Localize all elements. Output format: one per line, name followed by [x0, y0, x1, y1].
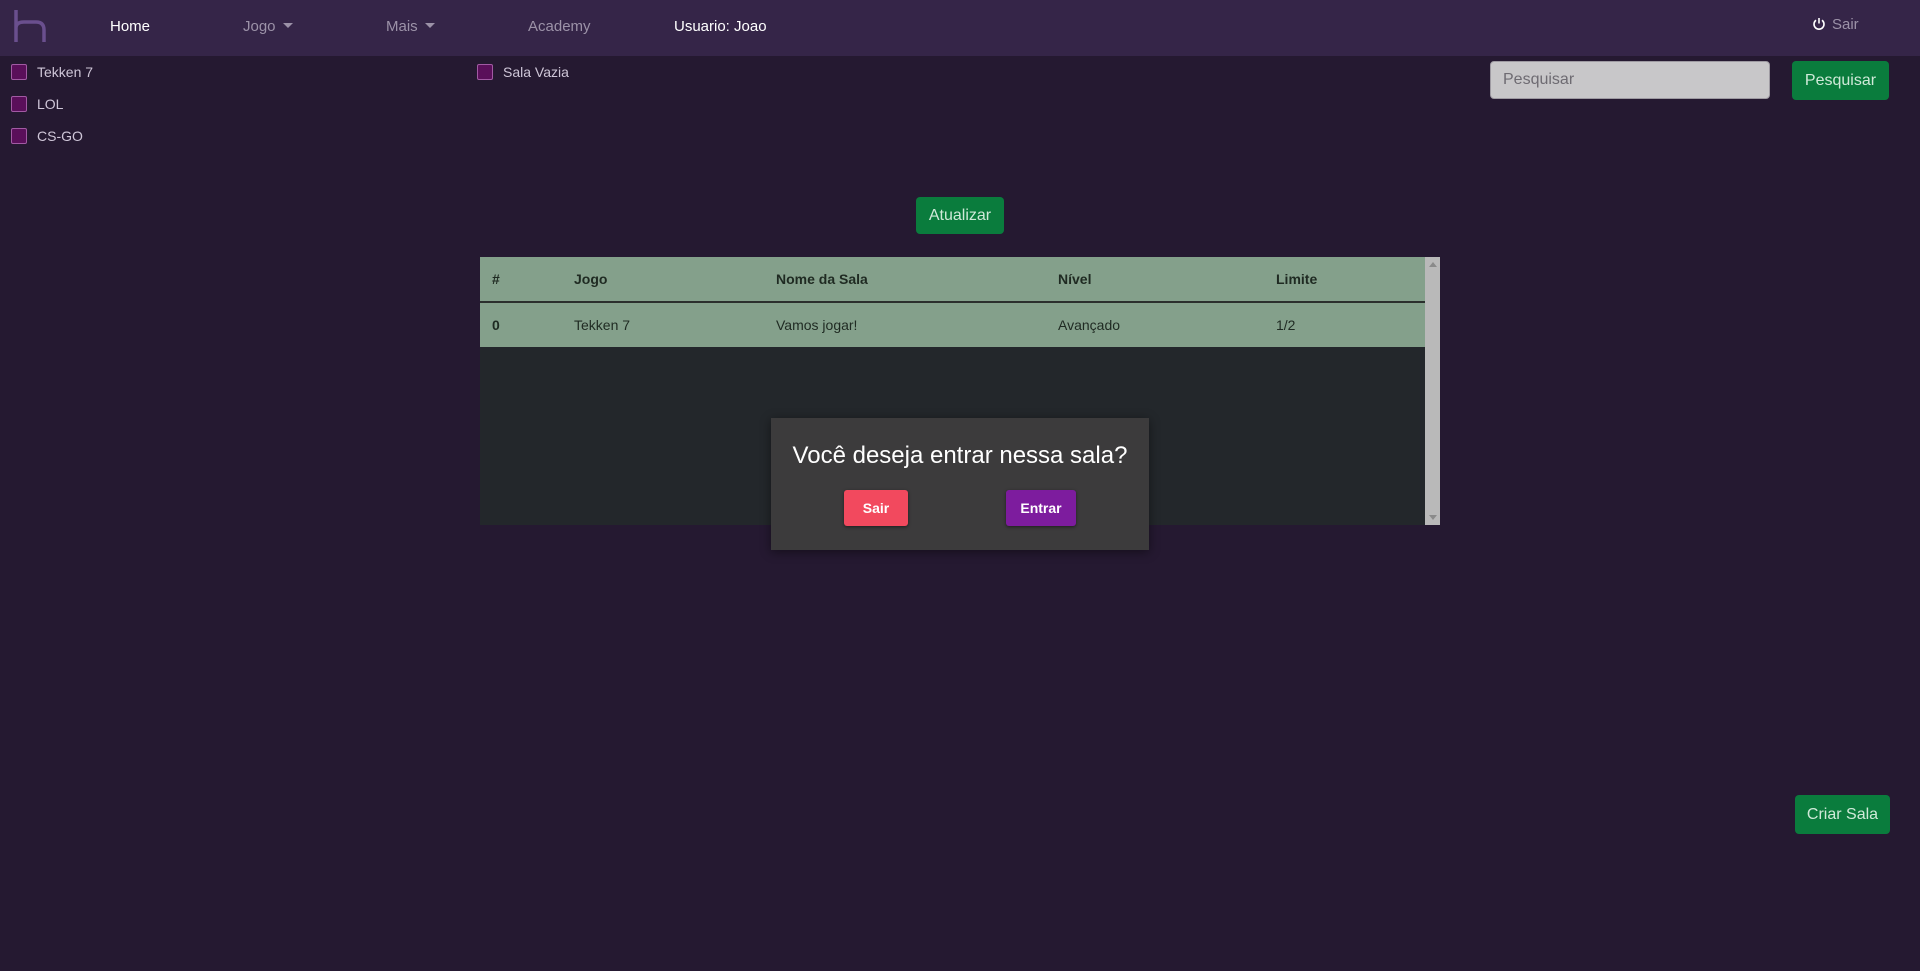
- cell-index: 0: [492, 317, 500, 333]
- chevron-down-icon: [424, 23, 435, 28]
- chevron-down-icon: [282, 23, 293, 28]
- filter-csgo[interactable]: CS-GO: [11, 127, 83, 145]
- table-header-row: # Jogo Nome da Sala Nível Limite: [480, 257, 1425, 302]
- search-button[interactable]: Pesquisar: [1792, 61, 1889, 100]
- filter-label: CS-GO: [37, 128, 83, 144]
- filter-lol[interactable]: LOL: [11, 95, 63, 113]
- nav-jogo-label: Jogo: [243, 18, 276, 35]
- modal-cancel-button[interactable]: Sair: [844, 490, 908, 526]
- refresh-button[interactable]: Atualizar: [916, 197, 1004, 234]
- filter-tekken7[interactable]: Tekken 7: [11, 63, 93, 81]
- search-input[interactable]: [1490, 61, 1770, 99]
- checkbox[interactable]: [11, 96, 27, 112]
- checkbox[interactable]: [11, 64, 27, 80]
- table-scrollbar[interactable]: [1425, 257, 1440, 525]
- navbar: Home Jogo Mais Academy Usuario: Joao Sai…: [0, 0, 1920, 56]
- modal-title: Você deseja entrar nessa sala?: [792, 442, 1128, 469]
- nav-academy[interactable]: Academy: [528, 17, 591, 37]
- filter-label: Sala Vazia: [503, 64, 569, 80]
- column-header-room-name: Nome da Sala: [776, 271, 868, 287]
- column-header-level: Nível: [1058, 271, 1092, 287]
- filter-label: Tekken 7: [37, 64, 94, 80]
- filter-sala-vazia[interactable]: Sala Vazia: [477, 63, 569, 81]
- cell-game: Tekken 7: [574, 317, 631, 333]
- logo-icon[interactable]: [12, 8, 48, 44]
- cell-room-name: Vamos jogar!: [776, 317, 858, 333]
- column-header-game: Jogo: [574, 271, 608, 287]
- checkbox[interactable]: [11, 128, 27, 144]
- logout-label: Sair: [1832, 16, 1859, 33]
- rooms-table: # Jogo Nome da Sala Nível Limite 0 Tekke…: [480, 257, 1425, 347]
- create-room-button[interactable]: Criar Sala: [1795, 795, 1890, 834]
- cell-level: Avançado: [1058, 317, 1121, 333]
- user-label: Usuario: Joao: [674, 18, 767, 35]
- power-icon: [1813, 18, 1825, 30]
- scroll-down-icon[interactable]: [1429, 515, 1437, 520]
- table-row[interactable]: 0 Tekken 7 Vamos jogar! Avançado 1/2: [480, 302, 1425, 347]
- checkbox[interactable]: [477, 64, 493, 80]
- filter-label: LOL: [37, 96, 64, 112]
- column-header-limit: Limite: [1276, 271, 1318, 287]
- logout-button[interactable]: Sair: [1812, 16, 1859, 33]
- nav-home[interactable]: Home: [110, 17, 150, 37]
- nav-mais-label: Mais: [386, 18, 418, 35]
- cell-limit: 1/2: [1276, 317, 1296, 333]
- modal-confirm-button[interactable]: Entrar: [1006, 490, 1076, 526]
- scroll-up-icon[interactable]: [1429, 262, 1437, 267]
- nav-jogo-dropdown[interactable]: Jogo: [243, 17, 293, 37]
- column-header-index: #: [492, 271, 500, 287]
- join-room-modal: Você deseja entrar nessa sala? Sair Entr…: [771, 418, 1149, 550]
- nav-mais-dropdown[interactable]: Mais: [386, 17, 435, 37]
